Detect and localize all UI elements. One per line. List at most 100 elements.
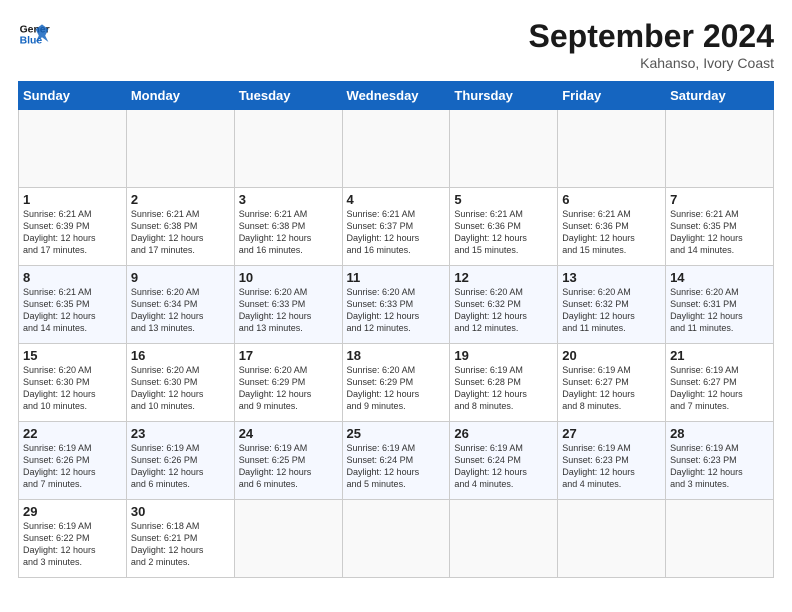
day-info: Sunrise: 6:20 AM Sunset: 6:32 PM Dayligh…	[562, 286, 661, 335]
day-number: 14	[670, 270, 769, 285]
day-info: Sunrise: 6:21 AM Sunset: 6:38 PM Dayligh…	[131, 208, 230, 257]
calendar-cell	[342, 500, 450, 578]
calendar-cell: 25Sunrise: 6:19 AM Sunset: 6:24 PM Dayli…	[342, 422, 450, 500]
day-info: Sunrise: 6:19 AM Sunset: 6:27 PM Dayligh…	[562, 364, 661, 413]
day-info: Sunrise: 6:21 AM Sunset: 6:35 PM Dayligh…	[670, 208, 769, 257]
calendar-cell: 23Sunrise: 6:19 AM Sunset: 6:26 PM Dayli…	[126, 422, 234, 500]
week-row-5: 22Sunrise: 6:19 AM Sunset: 6:26 PM Dayli…	[19, 422, 774, 500]
calendar-cell	[450, 500, 558, 578]
calendar-cell: 12Sunrise: 6:20 AM Sunset: 6:32 PM Dayli…	[450, 266, 558, 344]
calendar-cell: 19Sunrise: 6:19 AM Sunset: 6:28 PM Dayli…	[450, 344, 558, 422]
header-row: SundayMondayTuesdayWednesdayThursdayFrid…	[19, 82, 774, 110]
logo-icon: General Blue	[18, 18, 50, 50]
day-number: 8	[23, 270, 122, 285]
day-info: Sunrise: 6:21 AM Sunset: 6:39 PM Dayligh…	[23, 208, 122, 257]
calendar-cell	[450, 110, 558, 188]
day-info: Sunrise: 6:20 AM Sunset: 6:34 PM Dayligh…	[131, 286, 230, 335]
day-info: Sunrise: 6:19 AM Sunset: 6:26 PM Dayligh…	[23, 442, 122, 491]
day-info: Sunrise: 6:21 AM Sunset: 6:36 PM Dayligh…	[562, 208, 661, 257]
day-number: 27	[562, 426, 661, 441]
day-info: Sunrise: 6:19 AM Sunset: 6:23 PM Dayligh…	[562, 442, 661, 491]
day-info: Sunrise: 6:19 AM Sunset: 6:23 PM Dayligh…	[670, 442, 769, 491]
day-info: Sunrise: 6:21 AM Sunset: 6:37 PM Dayligh…	[347, 208, 446, 257]
header-day-friday: Friday	[558, 82, 666, 110]
calendar-cell: 9Sunrise: 6:20 AM Sunset: 6:34 PM Daylig…	[126, 266, 234, 344]
calendar-cell: 17Sunrise: 6:20 AM Sunset: 6:29 PM Dayli…	[234, 344, 342, 422]
calendar-cell	[342, 110, 450, 188]
calendar-table: SundayMondayTuesdayWednesdayThursdayFrid…	[18, 81, 774, 578]
calendar-cell: 13Sunrise: 6:20 AM Sunset: 6:32 PM Dayli…	[558, 266, 666, 344]
week-row-6: 29Sunrise: 6:19 AM Sunset: 6:22 PM Dayli…	[19, 500, 774, 578]
day-number: 15	[23, 348, 122, 363]
day-info: Sunrise: 6:20 AM Sunset: 6:30 PM Dayligh…	[131, 364, 230, 413]
day-number: 21	[670, 348, 769, 363]
week-row-2: 1Sunrise: 6:21 AM Sunset: 6:39 PM Daylig…	[19, 188, 774, 266]
day-info: Sunrise: 6:19 AM Sunset: 6:28 PM Dayligh…	[454, 364, 553, 413]
day-info: Sunrise: 6:19 AM Sunset: 6:25 PM Dayligh…	[239, 442, 338, 491]
day-number: 3	[239, 192, 338, 207]
header: General Blue September 2024 Kahanso, Ivo…	[18, 18, 774, 71]
header-day-saturday: Saturday	[666, 82, 774, 110]
calendar-cell	[666, 500, 774, 578]
calendar-cell	[126, 110, 234, 188]
calendar-cell: 28Sunrise: 6:19 AM Sunset: 6:23 PM Dayli…	[666, 422, 774, 500]
day-info: Sunrise: 6:21 AM Sunset: 6:36 PM Dayligh…	[454, 208, 553, 257]
calendar-cell: 6Sunrise: 6:21 AM Sunset: 6:36 PM Daylig…	[558, 188, 666, 266]
day-info: Sunrise: 6:20 AM Sunset: 6:33 PM Dayligh…	[347, 286, 446, 335]
day-number: 30	[131, 504, 230, 519]
day-number: 26	[454, 426, 553, 441]
week-row-1	[19, 110, 774, 188]
calendar-cell	[558, 500, 666, 578]
calendar-cell: 10Sunrise: 6:20 AM Sunset: 6:33 PM Dayli…	[234, 266, 342, 344]
calendar-cell: 27Sunrise: 6:19 AM Sunset: 6:23 PM Dayli…	[558, 422, 666, 500]
day-number: 7	[670, 192, 769, 207]
day-info: Sunrise: 6:20 AM Sunset: 6:33 PM Dayligh…	[239, 286, 338, 335]
day-number: 5	[454, 192, 553, 207]
week-row-3: 8Sunrise: 6:21 AM Sunset: 6:35 PM Daylig…	[19, 266, 774, 344]
calendar-cell: 22Sunrise: 6:19 AM Sunset: 6:26 PM Dayli…	[19, 422, 127, 500]
day-number: 24	[239, 426, 338, 441]
day-info: Sunrise: 6:19 AM Sunset: 6:24 PM Dayligh…	[454, 442, 553, 491]
day-info: Sunrise: 6:20 AM Sunset: 6:30 PM Dayligh…	[23, 364, 122, 413]
day-number: 29	[23, 504, 122, 519]
day-number: 25	[347, 426, 446, 441]
day-number: 2	[131, 192, 230, 207]
logo: General Blue	[18, 18, 50, 50]
day-number: 28	[670, 426, 769, 441]
day-info: Sunrise: 6:19 AM Sunset: 6:24 PM Dayligh…	[347, 442, 446, 491]
day-info: Sunrise: 6:19 AM Sunset: 6:26 PM Dayligh…	[131, 442, 230, 491]
calendar-cell: 2Sunrise: 6:21 AM Sunset: 6:38 PM Daylig…	[126, 188, 234, 266]
calendar-cell: 11Sunrise: 6:20 AM Sunset: 6:33 PM Dayli…	[342, 266, 450, 344]
day-number: 11	[347, 270, 446, 285]
day-info: Sunrise: 6:20 AM Sunset: 6:29 PM Dayligh…	[239, 364, 338, 413]
day-info: Sunrise: 6:21 AM Sunset: 6:35 PM Dayligh…	[23, 286, 122, 335]
day-info: Sunrise: 6:20 AM Sunset: 6:32 PM Dayligh…	[454, 286, 553, 335]
calendar-cell	[234, 500, 342, 578]
day-info: Sunrise: 6:19 AM Sunset: 6:22 PM Dayligh…	[23, 520, 122, 569]
day-number: 23	[131, 426, 230, 441]
day-number: 16	[131, 348, 230, 363]
calendar-cell: 8Sunrise: 6:21 AM Sunset: 6:35 PM Daylig…	[19, 266, 127, 344]
calendar-cell	[234, 110, 342, 188]
calendar-cell	[558, 110, 666, 188]
header-day-sunday: Sunday	[19, 82, 127, 110]
header-day-wednesday: Wednesday	[342, 82, 450, 110]
subtitle: Kahanso, Ivory Coast	[529, 55, 774, 71]
day-number: 12	[454, 270, 553, 285]
day-info: Sunrise: 6:20 AM Sunset: 6:29 PM Dayligh…	[347, 364, 446, 413]
day-number: 13	[562, 270, 661, 285]
calendar-cell: 4Sunrise: 6:21 AM Sunset: 6:37 PM Daylig…	[342, 188, 450, 266]
calendar-cell: 21Sunrise: 6:19 AM Sunset: 6:27 PM Dayli…	[666, 344, 774, 422]
day-number: 1	[23, 192, 122, 207]
calendar-cell	[19, 110, 127, 188]
calendar-cell: 26Sunrise: 6:19 AM Sunset: 6:24 PM Dayli…	[450, 422, 558, 500]
calendar-cell: 29Sunrise: 6:19 AM Sunset: 6:22 PM Dayli…	[19, 500, 127, 578]
title-block: September 2024 Kahanso, Ivory Coast	[529, 18, 774, 71]
calendar-cell: 20Sunrise: 6:19 AM Sunset: 6:27 PM Dayli…	[558, 344, 666, 422]
week-row-4: 15Sunrise: 6:20 AM Sunset: 6:30 PM Dayli…	[19, 344, 774, 422]
header-day-tuesday: Tuesday	[234, 82, 342, 110]
day-number: 22	[23, 426, 122, 441]
day-number: 17	[239, 348, 338, 363]
page-container: General Blue September 2024 Kahanso, Ivo…	[0, 0, 792, 588]
calendar-cell: 18Sunrise: 6:20 AM Sunset: 6:29 PM Dayli…	[342, 344, 450, 422]
